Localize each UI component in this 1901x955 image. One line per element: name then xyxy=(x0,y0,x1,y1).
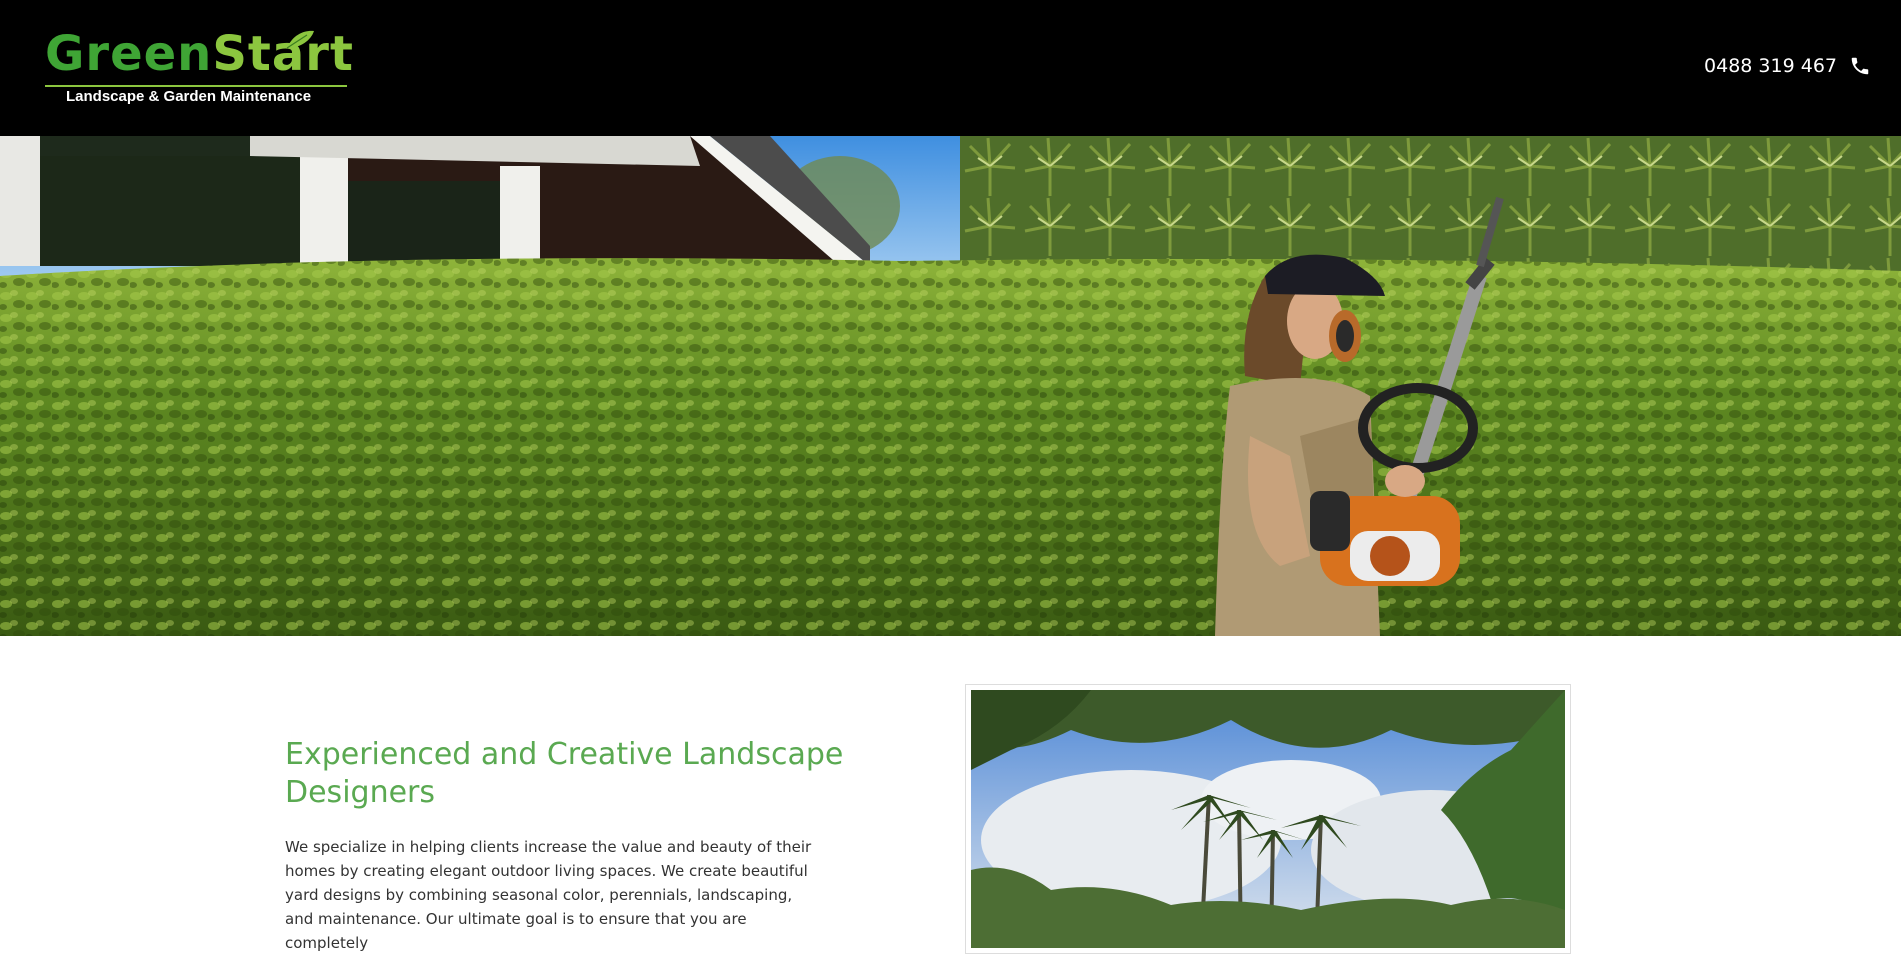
gardener-trimming-hedge-photo xyxy=(0,136,1901,636)
hero-banner xyxy=(0,136,1901,636)
phone-number: 0488 319 467 xyxy=(1704,55,1837,77)
phone-link[interactable]: 0488 319 467 xyxy=(1704,55,1871,77)
about-section: Experienced and Creative Landscape Desig… xyxy=(0,636,1901,954)
about-photo-frame xyxy=(965,684,1571,954)
about-heading: Experienced and Creative Landscape Desig… xyxy=(285,737,844,810)
about-body-text: We specialize in helping clients increas… xyxy=(285,838,812,952)
logo-word-green: Green xyxy=(45,26,213,82)
logo[interactable]: GreenStart Landscape & Garden Maintenanc… xyxy=(45,30,353,106)
site-header: GreenStart Landscape & Garden Maintenanc… xyxy=(0,0,1901,136)
palm-trees-garden-photo xyxy=(971,690,1565,948)
logo-word-start: Start xyxy=(212,26,354,82)
leaf-icon xyxy=(286,30,314,49)
phone-icon xyxy=(1851,57,1869,75)
logo-tagline: Landscape & Garden Maintenance xyxy=(66,88,312,105)
logo-underline xyxy=(45,85,347,87)
